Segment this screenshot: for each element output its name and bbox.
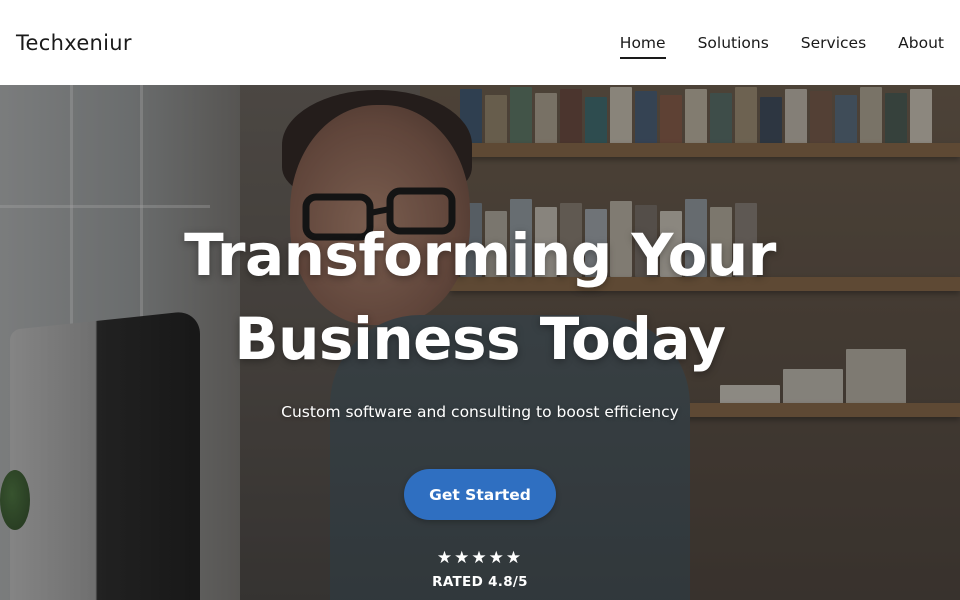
get-started-button[interactable]: Get Started — [404, 469, 556, 520]
star-icon: ★ — [505, 548, 524, 567]
star-icon: ★ — [488, 548, 506, 567]
hero-content: Transforming Your Business Today Custom … — [0, 85, 960, 600]
star-icon: ★ — [454, 548, 472, 567]
star-icon: ★ — [471, 548, 489, 567]
main-nav: Home Solutions Services About — [588, 0, 944, 85]
site-header: Techxeniur Home Solutions Services About — [0, 0, 960, 85]
nav-item-home[interactable]: Home — [619, 30, 666, 59]
rating-text: RATED 4.8/5 — [432, 574, 528, 590]
star-icon: ★ — [436, 548, 455, 567]
rating-stars: ★ ★ ★ ★ ★ — [437, 548, 523, 568]
logo[interactable]: Techxeniur — [16, 31, 132, 55]
hero-title-line-2: Business Today — [234, 305, 726, 373]
hero-title-line-1: Transforming Your — [184, 221, 776, 289]
hero-subtitle: Custom software and consulting to boost … — [281, 403, 679, 421]
nav-item-solutions[interactable]: Solutions — [698, 30, 769, 56]
nav-item-about[interactable]: About — [898, 30, 944, 56]
hero-section: Transforming Your Business Today Custom … — [0, 85, 960, 600]
nav-item-services[interactable]: Services — [801, 30, 866, 56]
hero-title: Transforming Your Business Today — [170, 213, 790, 381]
